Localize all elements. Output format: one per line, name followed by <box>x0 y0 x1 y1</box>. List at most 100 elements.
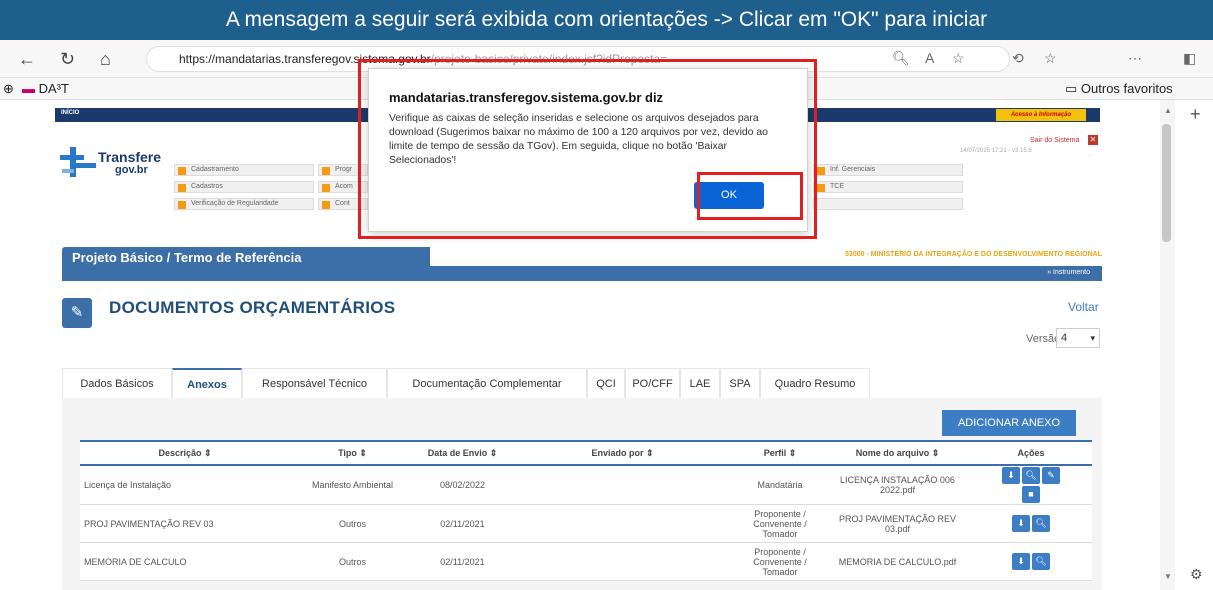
logo-subtext: gov.br <box>115 164 148 176</box>
download-icon[interactable]: ⬇ <box>1002 467 1020 484</box>
cell-arquivo: PROJ PAVIMENTAÇÃO REV 03.pdf <box>825 504 970 543</box>
tab-spa[interactable]: SPA <box>720 368 760 398</box>
col-enviado-por[interactable]: Enviado por ⇕ <box>510 440 735 466</box>
menu-inf-gerenciais[interactable]: Inf. Gerenciais <box>813 164 963 176</box>
table-row: Licença de Instalação Manifesto Ambienta… <box>80 465 1092 505</box>
highlight-ok-box <box>697 172 803 220</box>
cell-perfil: Proponente / Convenente / Tomador <box>735 504 825 543</box>
logout-link[interactable]: Sair do Sistema <box>1030 137 1079 144</box>
cell-acoes: ⬇ 🔍︎ ✎ ■ <box>970 465 1092 505</box>
table-row: MEMORIA DE CALCULO Outros 02/11/2021 Pro… <box>80 542 1092 581</box>
refresh-icon[interactable]: ↻ <box>60 49 75 70</box>
home-icon[interactable]: ⌂ <box>100 49 111 70</box>
edit-pencil-icon: ✎ <box>62 298 92 328</box>
col-perfil[interactable]: Perfil ⇕ <box>735 440 825 466</box>
cell-tipo: Manifesto Ambiental <box>290 465 415 505</box>
sidebar-toggle-icon[interactable]: ◧ <box>1183 50 1196 67</box>
other-favorites-label: Outros favoritos <box>1080 81 1173 96</box>
table-header-row: Descrição ⇕ Tipo ⇕ Data de Envio ⇕ Envia… <box>80 440 1092 466</box>
access-info-link[interactable]: Acesso à Informação <box>996 109 1086 121</box>
other-favorites[interactable]: ▭ Outros favoritos <box>1065 81 1173 97</box>
favorites-icon[interactable]: ☆ <box>1044 50 1057 67</box>
tab-responsavel-tecnico[interactable]: Responsável Técnico <box>242 368 387 398</box>
tab-documentacao-complementar[interactable]: Documentação Complementar <box>387 368 587 398</box>
bookmark-label: DA³T <box>38 81 69 96</box>
search-icon[interactable]: 🔍︎ <box>1022 467 1040 484</box>
cell-enviado-por <box>510 504 735 543</box>
bookmark-link[interactable]: ▬ DA³T <box>22 81 69 96</box>
cell-descricao: MEMORIA DE CALCULO <box>80 542 290 581</box>
section-title: DOCUMENTOS ORÇAMENTÁRIOS <box>109 298 396 317</box>
menu-tce[interactable]: TCE <box>813 181 963 193</box>
logo-mark-icon <box>60 147 96 177</box>
search-icon[interactable]: 🔍︎ <box>1032 515 1050 532</box>
more-menu-icon[interactable]: ⋯ <box>1128 50 1142 67</box>
scrollbar-thumb[interactable] <box>1162 124 1171 242</box>
cell-tipo: Outros <box>290 504 415 543</box>
download-icon[interactable]: ⬇ <box>1012 553 1030 570</box>
menu-label: Inf. Gerenciais <box>830 166 876 173</box>
menu-verificacao[interactable]: Verificação de Regularidade <box>174 198 314 210</box>
instrumento-link[interactable]: » Instrumento <box>1047 269 1090 276</box>
col-nome-arquivo[interactable]: Nome do arquivo ⇕ <box>825 440 970 466</box>
back-icon[interactable]: ← <box>18 49 36 70</box>
cell-descricao: PROJ PAVIMENTAÇÃO REV 03 <box>80 504 290 543</box>
scroll-down-icon[interactable]: ▼ <box>1164 572 1172 581</box>
cell-acoes: ⬇ 🔍︎ <box>970 504 1092 543</box>
voltar-link[interactable]: Voltar <box>1068 300 1099 314</box>
tab-lae[interactable]: LAE <box>680 368 720 398</box>
folder-icon: ▭ <box>1065 81 1078 96</box>
menu-label: Progr <box>335 166 353 173</box>
tab-qci[interactable]: QCI <box>587 368 625 398</box>
cell-enviado-por <box>510 465 735 505</box>
table-row: PROJ PAVIMENTAÇÃO REV 03 Outros 02/11/20… <box>80 504 1092 543</box>
menu-bullet-icon <box>178 167 186 175</box>
ministry-label: 53000 - MINISTÉRIO DA INTEGRAÇÃO E DO DE… <box>845 251 1102 258</box>
menu-label: Cadastramento <box>191 166 239 173</box>
download-icon[interactable]: ⬇ <box>1012 515 1030 532</box>
tab-po-cff[interactable]: PO/CFF <box>625 368 680 398</box>
menu-cadastros[interactable]: Cadastros <box>174 181 314 193</box>
cell-data: 02/11/2021 <box>415 542 510 581</box>
read-aloud-icon[interactable]: A <box>925 50 934 66</box>
cell-acoes: ⬇ 🔍︎ <box>970 542 1092 581</box>
cell-arquivo: MEMORIA DE CALCULO.pdf <box>825 542 970 581</box>
menu-empty-cell <box>813 198 963 210</box>
menu-bullet-icon <box>322 167 330 175</box>
favorite-star-icon[interactable]: ☆ <box>952 50 965 67</box>
folder-icon: ▬ <box>22 81 35 96</box>
transferegov-logo[interactable]: Transfere gov.br <box>60 145 175 185</box>
tab-anexos[interactable]: Anexos <box>172 368 242 398</box>
versao-value: 4 <box>1061 332 1068 344</box>
tab-dados-basicos[interactable]: Dados Básicos <box>62 368 172 398</box>
menu-label: Acom <box>335 183 353 190</box>
col-descricao[interactable]: Descrição ⇕ <box>80 440 290 466</box>
add-sidebar-icon[interactable]: + <box>1190 104 1201 125</box>
col-data-envio[interactable]: Data de Envio ⇕ <box>415 440 510 466</box>
scroll-up-icon[interactable]: ▲ <box>1164 106 1172 115</box>
search-icon[interactable]: 🔍︎ <box>1032 553 1050 570</box>
settings-icon[interactable]: ⚙ <box>1190 566 1203 583</box>
delete-icon[interactable]: ■ <box>1022 486 1040 503</box>
extensions-icon[interactable]: ⟲ <box>1012 50 1024 67</box>
cell-perfil: Proponente / Convenente / Tomador <box>735 542 825 581</box>
menu-bullet-icon <box>322 201 330 209</box>
menu-label: Cont <box>335 200 350 207</box>
edit-icon[interactable]: ✎ <box>1042 467 1060 484</box>
tab-quadro-resumo[interactable]: Quadro Resumo <box>760 368 870 398</box>
menu-bullet-icon <box>817 167 825 175</box>
cell-tipo: Outros <box>290 542 415 581</box>
menu-label: Verificação de Regularidade <box>191 200 279 207</box>
menu-bullet-icon <box>178 201 186 209</box>
close-icon[interactable]: ✕ <box>1088 135 1098 145</box>
add-attachment-button[interactable]: ADICIONAR ANEXO <box>942 410 1076 436</box>
cell-enviado-por <box>510 542 735 581</box>
col-acoes: Ações <box>970 440 1092 466</box>
cell-data: 02/11/2021 <box>415 504 510 543</box>
col-tipo[interactable]: Tipo ⇕ <box>290 440 415 466</box>
session-info: 14/07/2025 17:21 - v3.15.6 <box>960 148 1032 154</box>
zoom-icon[interactable]: 🔍︎ <box>892 50 910 67</box>
versao-select[interactable]: 4 ▾ <box>1056 328 1100 348</box>
menu-cadastramento[interactable]: Cadastramento <box>174 164 314 176</box>
menu-label: Cadastros <box>191 183 223 190</box>
